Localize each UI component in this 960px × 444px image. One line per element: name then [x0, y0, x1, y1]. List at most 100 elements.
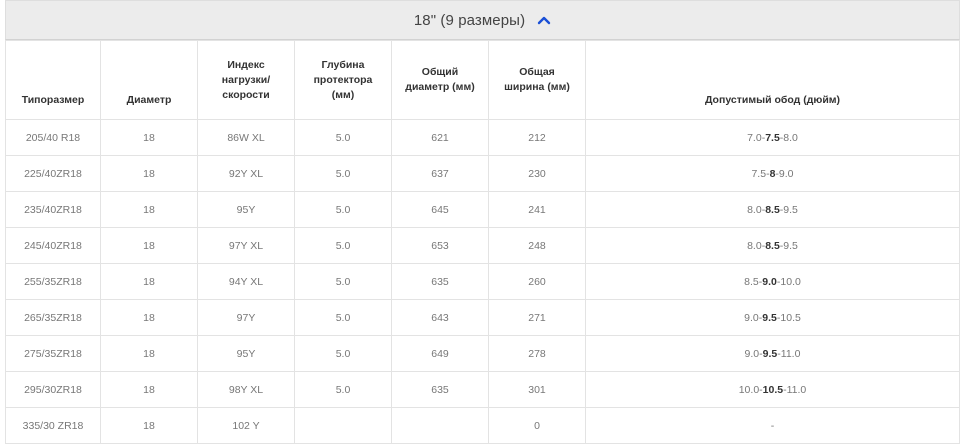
cell-diameter: 18 [100, 227, 198, 264]
cell-rim: 9.0-9.5-11.0 [585, 335, 960, 372]
table-row: 235/40ZR18 18 95Y 5.0 645 241 8.0-8.5-9.5 [5, 191, 960, 228]
cell-diameter: 18 [100, 299, 198, 336]
cell-load-speed-index: 97Y XL [197, 227, 295, 264]
rim-recommended: 7.5 [765, 131, 780, 144]
rim-recommended: 9.0 [762, 275, 777, 288]
cell-size: 235/40ZR18 [5, 191, 101, 228]
cell-overall-width: 271 [488, 299, 586, 336]
rim-max: 9.0 [778, 167, 794, 180]
cell-overall-width: 301 [488, 371, 586, 408]
table-row: 205/40 R18 18 86W XL 5.0 621 212 7.0-7.5-8.0 [5, 119, 960, 156]
cell-tread-depth: 5.0 [294, 227, 392, 264]
cell-tread-depth: 5.0 [294, 155, 392, 192]
rim-max: 11.0 [780, 347, 801, 360]
rim-min: 8.5 [744, 275, 759, 288]
size-group-title: 18" (9 размеры) [413, 11, 526, 29]
cell-tread-depth [294, 407, 392, 444]
rim-min: 8.0 [747, 203, 762, 216]
cell-diameter: 18 [100, 155, 198, 192]
col-header-overall-width: Общая ширина (мм) [488, 40, 586, 120]
table-row: 335/30 ZR18 18 102 Y 0 - [5, 407, 960, 444]
cell-overall-width: 260 [488, 263, 586, 300]
col-header-diameter: Диаметр [100, 40, 198, 120]
col-header-tread-depth: Глубина протектора (мм) [294, 40, 392, 120]
cell-load-speed-index: 102 Y [197, 407, 295, 444]
table-row: 245/40ZR18 18 97Y XL 5.0 653 248 8.0-8.5-9.5 [5, 227, 960, 264]
rim-max: 11.0 [786, 383, 807, 396]
cell-load-speed-index: 95Y [197, 335, 295, 372]
rim-min: 7.5 [751, 167, 767, 180]
size-group-toggle[interactable]: 18" (9 размеры) [5, 0, 960, 40]
cell-load-speed-index: 92Y XL [197, 155, 295, 192]
rim-min: 7.0 [747, 131, 762, 144]
cell-diameter: 18 [100, 335, 198, 372]
col-header-overall-diameter: Общий диаметр (мм) [391, 40, 489, 120]
cell-diameter: 18 [100, 119, 198, 156]
table-row: 295/30ZR18 18 98Y XL 5.0 635 301 10.0-10.5-11.… [5, 371, 960, 408]
cell-diameter: 18 [100, 263, 198, 300]
tire-size-table: Типоразмер Диаметр Индекс нагрузки/скорос… [5, 40, 960, 444]
cell-load-speed-index: 98Y XL [197, 371, 295, 408]
cell-overall-width: 248 [488, 227, 586, 264]
cell-size: 245/40ZR18 [5, 227, 101, 264]
cell-diameter: 18 [100, 371, 198, 408]
cell-size: 335/30 ZR18 [5, 407, 101, 444]
cell-rim: 9.0-9.5-10.5 [585, 299, 960, 336]
col-header-size: Типоразмер [5, 40, 101, 120]
cell-overall-width: 230 [488, 155, 586, 192]
cell-size: 265/35ZR18 [5, 299, 101, 336]
cell-tread-depth: 5.0 [294, 371, 392, 408]
table-row: 275/35ZR18 18 95Y 5.0 649 278 9.0-9.5-11.0 [5, 335, 960, 372]
cell-rim: 10.0-10.5-11.0 [585, 371, 960, 408]
rim-recommended: 9.5 [762, 311, 777, 324]
rim-max: 10.5 [780, 311, 801, 324]
cell-overall-diameter: 621 [391, 119, 489, 156]
cell-tread-depth: 5.0 [294, 335, 392, 372]
table-row: 225/40ZR18 18 92Y XL 5.0 637 230 7.5-8-9.0 [5, 155, 960, 192]
rim-recommended: 8.5 [765, 239, 780, 252]
rim-recommended: 10.5 [762, 383, 784, 396]
cell-size: 275/35ZR18 [5, 335, 101, 372]
cell-size: 205/40 R18 [5, 119, 101, 156]
cell-load-speed-index: 95Y [197, 191, 295, 228]
cell-diameter: 18 [100, 407, 198, 444]
rim-min: 9.0 [744, 347, 760, 360]
cell-load-speed-index: 86W XL [197, 119, 295, 156]
rim-max: 9.5 [783, 239, 798, 252]
cell-overall-width: 241 [488, 191, 586, 228]
cell-overall-width: 0 [488, 407, 586, 444]
cell-overall-width: 278 [488, 335, 586, 372]
cell-rim: 8.0-8.5-9.5 [585, 227, 960, 264]
chevron-up-icon[interactable] [537, 15, 551, 25]
cell-overall-diameter: 643 [391, 299, 489, 336]
cell-diameter: 18 [100, 191, 198, 228]
rim-min: 10.0 [738, 383, 760, 396]
rim-max: 10.0 [780, 275, 801, 288]
cell-tread-depth: 5.0 [294, 191, 392, 228]
cell-rim: 7.5-8-9.0 [585, 155, 960, 192]
rim-recommended: 8.5 [765, 203, 780, 216]
table-header-row: Типоразмер Диаметр Индекс нагрузки/скорос… [5, 40, 960, 120]
rim-max: 8.0 [783, 131, 798, 144]
cell-rim: 7.0-7.5-8.0 [585, 119, 960, 156]
cell-load-speed-index: 94Y XL [197, 263, 295, 300]
cell-overall-width: 212 [488, 119, 586, 156]
cell-load-speed-index: 97Y [197, 299, 295, 336]
cell-rim: - [585, 407, 960, 444]
rim-min: 8.0 [747, 239, 762, 252]
cell-size: 255/35ZR18 [5, 263, 101, 300]
cell-rim: 8.0-8.5-9.5 [585, 191, 960, 228]
cell-overall-diameter: 635 [391, 263, 489, 300]
cell-overall-diameter [391, 407, 489, 444]
cell-overall-diameter: 635 [391, 371, 489, 408]
cell-overall-diameter: 645 [391, 191, 489, 228]
cell-size: 295/30ZR18 [5, 371, 101, 408]
col-header-rim: Допустимый обод (дюйм) [585, 40, 960, 120]
cell-tread-depth: 5.0 [294, 119, 392, 156]
cell-overall-diameter: 637 [391, 155, 489, 192]
table-row: 265/35ZR18 18 97Y 5.0 643 271 9.0-9.5-10.5 [5, 299, 960, 336]
cell-tread-depth: 5.0 [294, 299, 392, 336]
cell-overall-diameter: 653 [391, 227, 489, 264]
cell-tread-depth: 5.0 [294, 263, 392, 300]
rim-max: 9.5 [783, 203, 798, 216]
